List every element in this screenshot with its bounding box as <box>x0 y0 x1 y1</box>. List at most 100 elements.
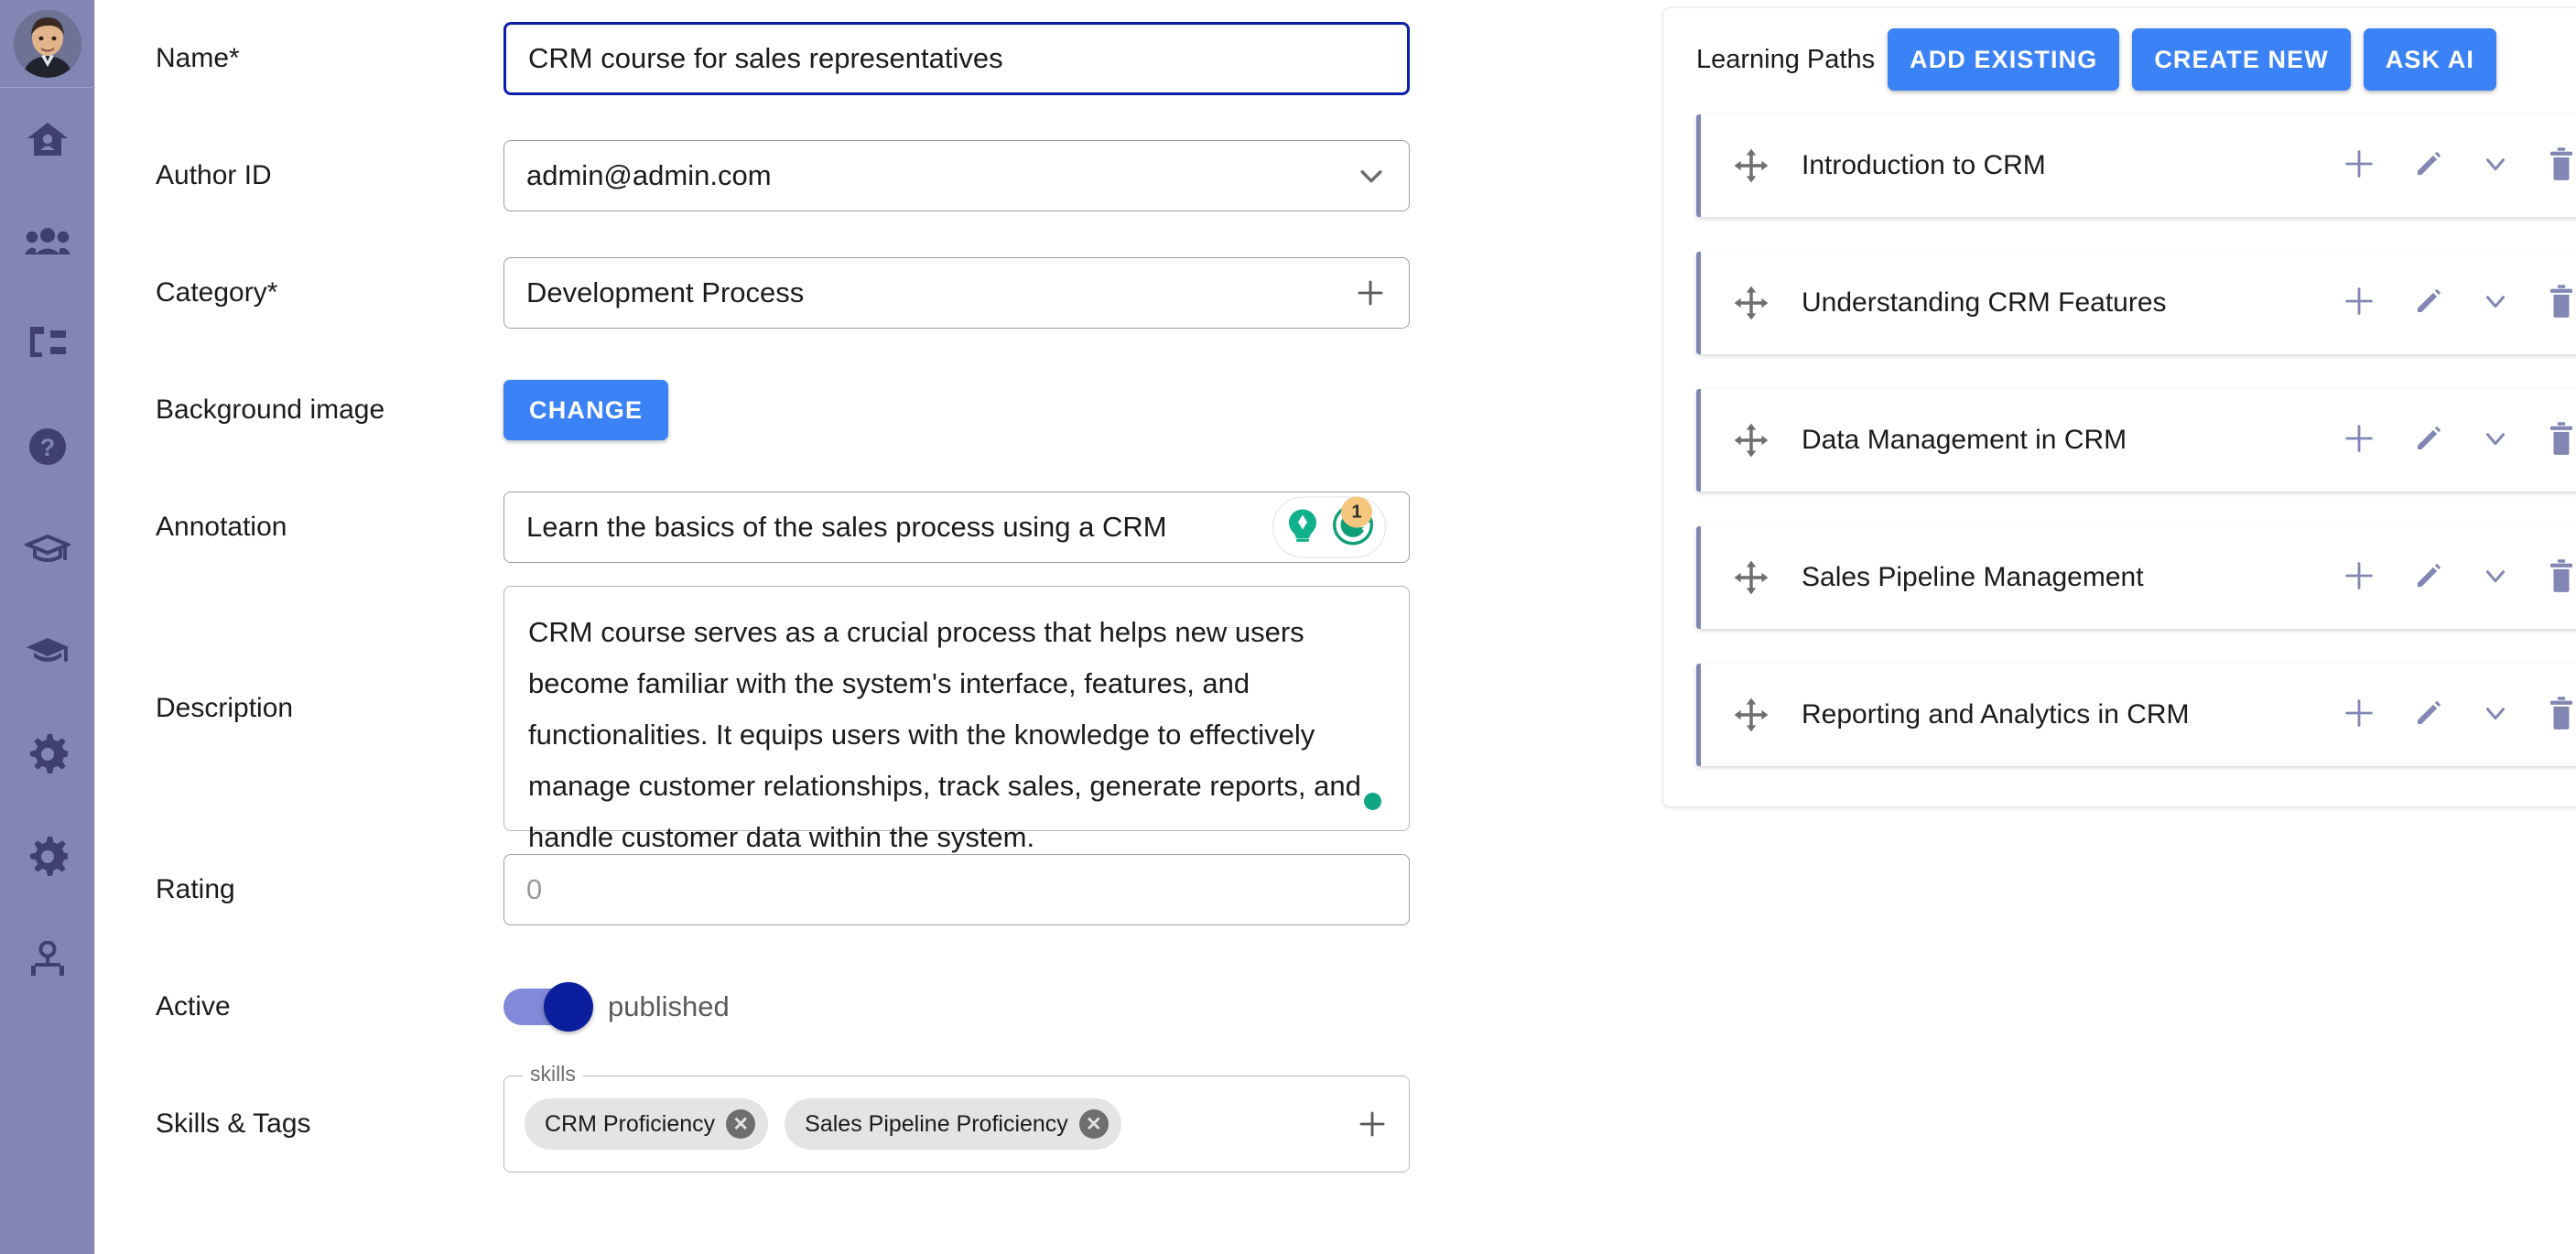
author-id-label: Author ID <box>156 160 272 190</box>
plus-icon[interactable] <box>2341 695 2377 736</box>
remove-chip-icon[interactable]: ✕ <box>1078 1109 1109 1139</box>
category-input[interactable]: Development Process <box>503 257 1410 329</box>
drag-handle-icon[interactable] <box>1701 558 1802 597</box>
background-image-label: Background image <box>156 395 385 425</box>
learning-path-row[interactable]: Reporting and Analytics in CRM <box>1696 664 2576 766</box>
sidebar-item-help[interactable]: ? <box>0 395 95 498</box>
remove-chip-icon[interactable]: ✕ <box>726 1109 756 1139</box>
avatar[interactable] <box>0 0 95 88</box>
chevron-down-icon[interactable] <box>2480 697 2511 733</box>
skills-legend: skills <box>523 1062 583 1086</box>
learning-path-name: Introduction to CRM <box>1802 150 2046 180</box>
sidebar-item-courses[interactable] <box>0 498 95 600</box>
learning-path-row[interactable]: Introduction to CRM <box>1696 114 2576 217</box>
toggle-thumb <box>544 982 593 1032</box>
learning-path-row[interactable]: Data Management in CRM <box>1696 389 2576 492</box>
learning-paths-card: Learning Paths ADD EXISTING CREATE NEW A… <box>1662 7 2576 807</box>
annotation-label: Annotation <box>156 512 287 542</box>
grammarly-g-icon[interactable]: 1 <box>1330 496 1376 553</box>
sidebar-item-profile[interactable] <box>0 908 95 1011</box>
category-label: Category* <box>156 277 278 308</box>
skill-chip[interactable]: CRM Proficiency ✕ <box>525 1098 769 1150</box>
trash-icon[interactable] <box>2546 558 2576 598</box>
trash-icon[interactable] <box>2546 146 2576 186</box>
learning-paths-list: Introduction to CRM Understanding CRM Fe… <box>1696 114 2576 766</box>
help-icon: ? <box>28 427 67 466</box>
edit-pencil-icon[interactable] <box>2412 697 2445 734</box>
sidebar-item-learning[interactable] <box>0 600 95 703</box>
grammarly-lightbulb-icon[interactable] <box>1283 505 1323 550</box>
edit-pencil-icon[interactable] <box>2412 147 2445 185</box>
learning-path-actions <box>2341 420 2576 461</box>
learning-path-row[interactable]: Sales Pipeline Management <box>1696 526 2576 629</box>
sidebar-item-admin-settings[interactable] <box>0 805 95 908</box>
chevron-down-icon[interactable] <box>2480 423 2511 459</box>
ask-ai-button[interactable]: ASK AI <box>2363 28 2496 91</box>
chevron-down-icon[interactable] <box>2480 148 2511 184</box>
grammarly-status-dot-icon[interactable] <box>1364 793 1381 810</box>
skill-chip-label: CRM Proficiency <box>545 1110 716 1137</box>
chevron-down-icon[interactable] <box>2480 286 2511 321</box>
sidebar-item-settings[interactable] <box>0 703 95 805</box>
field-row-description: Description CRM course serves as a cruci… <box>156 586 1551 853</box>
category-value: Development Process <box>526 276 805 308</box>
rating-placeholder: 0 <box>526 873 543 905</box>
change-background-button[interactable]: CHANGE <box>503 380 669 440</box>
active-label: Active <box>156 991 231 1022</box>
trash-icon[interactable] <box>2546 696 2576 735</box>
learning-paths-panel: Learning Paths ADD EXISTING CREATE NEW A… <box>1662 7 2576 807</box>
trash-icon[interactable] <box>2546 284 2576 323</box>
drag-handle-icon[interactable] <box>1701 284 1802 322</box>
name-input[interactable]: CRM course for sales representatives <box>503 22 1410 95</box>
description-value: CRM course serves as a crucial process t… <box>528 616 1361 853</box>
learning-path-actions <box>2341 146 2576 187</box>
skill-chip[interactable]: Sales Pipeline Proficiency ✕ <box>785 1098 1121 1150</box>
sidebar: ? <box>0 0 95 1254</box>
drag-handle-icon[interactable] <box>1701 696 1802 734</box>
plus-icon[interactable] <box>2341 283 2377 324</box>
rating-input[interactable]: 0 <box>503 854 1410 925</box>
assistant-badge-count: 1 <box>1341 496 1372 528</box>
sidebar-item-structure[interactable] <box>0 293 95 395</box>
active-toggle[interactable] <box>503 982 593 1032</box>
drag-handle-icon[interactable] <box>1701 146 1802 185</box>
plus-icon[interactable] <box>2341 420 2377 461</box>
name-label: Name* <box>156 43 240 73</box>
edit-pencil-icon[interactable] <box>2412 285 2445 322</box>
people-icon <box>24 227 70 256</box>
learning-path-name: Reporting and Analytics in CRM <box>1802 699 2190 730</box>
chevron-down-icon[interactable] <box>1356 160 1387 191</box>
trash-icon[interactable] <box>2546 421 2576 460</box>
main-content: Name* CRM course for sales representativ… <box>95 0 2576 1254</box>
edit-pencil-icon[interactable] <box>2412 422 2445 459</box>
author-id-value: admin@admin.com <box>526 159 772 191</box>
learning-path-name: Understanding CRM Features <box>1802 287 2167 318</box>
add-existing-button[interactable]: ADD EXISTING <box>1888 28 2120 91</box>
sidebar-item-people[interactable] <box>0 190 95 293</box>
learning-paths-title: Learning Paths <box>1696 44 1876 74</box>
graduation-outline-icon <box>24 533 70 566</box>
author-id-select[interactable]: admin@admin.com <box>503 140 1410 211</box>
app-root: ? Name* CRM course for sales representat… <box>0 0 2576 1254</box>
create-new-button[interactable]: CREATE NEW <box>2132 28 2351 91</box>
org-tree-icon <box>28 327 67 362</box>
edit-pencil-icon[interactable] <box>2412 559 2445 597</box>
chevron-down-icon[interactable] <box>2480 560 2511 596</box>
field-row-name: Name* CRM course for sales representativ… <box>156 0 1551 117</box>
plus-icon[interactable] <box>2341 557 2377 599</box>
add-skill-plus-icon[interactable] <box>1356 1108 1389 1140</box>
description-textarea[interactable]: CRM course serves as a crucial process t… <box>503 586 1410 853</box>
name-input-value: CRM course for sales representatives <box>528 42 1003 74</box>
writing-assistant-widget[interactable]: 1 <box>1272 496 1386 558</box>
learning-path-row[interactable]: Understanding CRM Features <box>1696 252 2576 354</box>
drag-handle-icon[interactable] <box>1701 421 1802 459</box>
description-label: Description <box>156 693 294 723</box>
rating-label: Rating <box>156 874 235 904</box>
sidebar-item-home[interactable] <box>0 88 95 190</box>
graduation-filled-icon <box>25 635 70 668</box>
plus-icon[interactable] <box>1354 276 1387 309</box>
field-row-annotation: Annotation Learn the basics of the sales… <box>156 469 1551 586</box>
plus-icon[interactable] <box>2341 146 2377 187</box>
gear-alt-icon <box>27 837 68 877</box>
skill-chip-label: Sales Pipeline Proficiency <box>805 1110 1068 1137</box>
